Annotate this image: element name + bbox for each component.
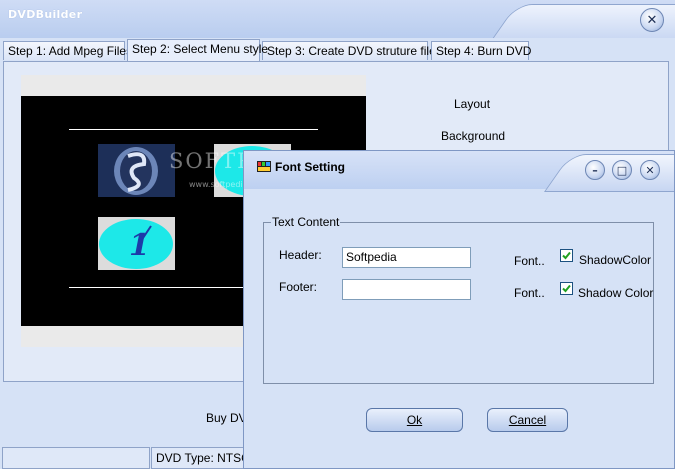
ok-button-label: Ok (406, 413, 423, 427)
group-title: Text Content (271, 215, 341, 229)
checkmark-icon (562, 284, 571, 293)
menu-thumbnail-1[interactable] (98, 144, 175, 197)
footer-shadow-checkbox[interactable] (560, 282, 573, 295)
ok-button[interactable]: Ok (366, 408, 463, 432)
tab-step2[interactable]: Step 2: Select Menu style (127, 39, 268, 61)
layout-option[interactable]: Layout (454, 97, 490, 111)
clock-disc-icon: 1 (99, 219, 173, 269)
background-option[interactable]: Background (441, 129, 505, 143)
tab-step4[interactable]: Step 4: Burn DVD (431, 41, 531, 60)
dvd-app-icon (257, 161, 271, 172)
title-bar: DVDBuilder ✕ (0, 0, 675, 42)
tab-step3[interactable]: Step 3: Create DVD struture files (262, 41, 442, 60)
window-title: DVDBuilder (8, 8, 83, 21)
header-font-link[interactable]: Font.. (514, 254, 545, 268)
header-shadow-label[interactable]: ShadowColor (579, 253, 651, 267)
tab-strip: Step 1: Add Mpeg Files Step 2: Select Me… (0, 38, 675, 62)
preview-top-line (69, 129, 318, 130)
header-label: Header: (279, 248, 322, 262)
footer-shadow-label[interactable]: Shadow Color (578, 286, 653, 300)
footer-label: Footer: (279, 280, 318, 294)
footer-font-link[interactable]: Font.. (514, 286, 545, 300)
header-shadow-checkbox[interactable] (560, 249, 573, 262)
preview-bottom-line (69, 287, 246, 288)
minimize-icon[interactable]: – (585, 160, 605, 180)
swirl-icon (98, 144, 175, 197)
checkmark-icon (562, 251, 571, 260)
cancel-button-label: Cancel (508, 413, 547, 427)
dialog-title: Font Setting (275, 160, 345, 174)
maximize-icon[interactable]: □ (612, 160, 632, 180)
header-input[interactable]: Softpedia (342, 247, 471, 268)
close-icon[interactable]: ✕ (640, 8, 664, 32)
menu-thumbnail-3[interactable]: 1 (98, 217, 175, 270)
footer-input[interactable] (342, 279, 471, 300)
tab-step1[interactable]: Step 1: Add Mpeg Files (3, 41, 132, 60)
status-cell-1 (2, 447, 150, 469)
font-setting-dialog: Font Setting – □ ✕ Text Content Header: … (243, 150, 675, 469)
cancel-button[interactable]: Cancel (487, 408, 568, 432)
close-icon[interactable]: ✕ (640, 160, 660, 180)
dialog-title-bar: Font Setting – □ ✕ (244, 151, 674, 192)
